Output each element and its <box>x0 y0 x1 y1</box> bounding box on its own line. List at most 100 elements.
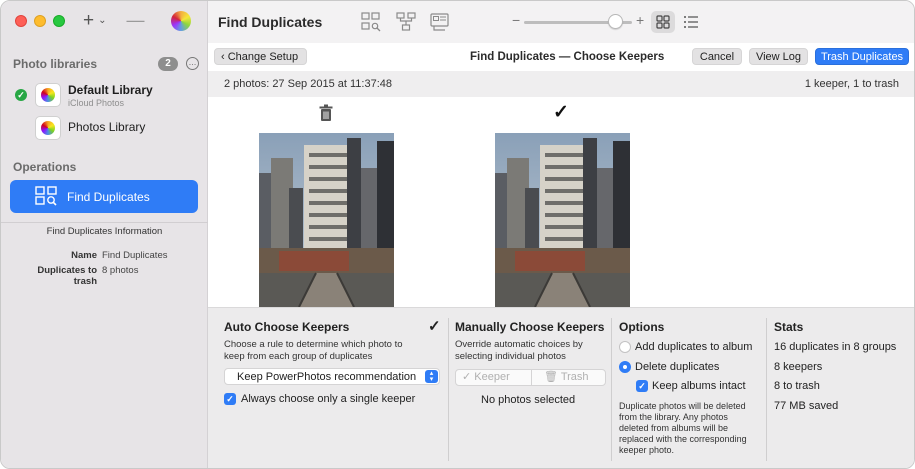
trash-segment[interactable]: 🗑 Trash <box>544 370 589 385</box>
photos-app-icon[interactable] <box>170 10 191 31</box>
auto-choose-description-line2: keep from each group of duplicates <box>224 351 373 362</box>
sidebar-item-photos-library[interactable]: Photos Library <box>13 114 203 144</box>
slider-knob[interactable] <box>608 14 624 29</box>
stat-space-saved: 77 MB saved <box>774 400 839 412</box>
info-panel-title: Find Duplicates Information <box>46 226 163 237</box>
options-title: Options <box>619 320 665 334</box>
auto-choose-description-line1: Choose a rule to determine which photo t… <box>224 339 403 350</box>
auto-choose-title: Auto Choose Keepers <box>224 320 350 334</box>
view-log-button[interactable]: View Log <box>749 48 808 65</box>
photos-library-icon <box>35 116 61 140</box>
stats-title: Stats <box>774 320 804 334</box>
photo-libraries-heading: Photo libraries <box>13 57 98 71</box>
single-keeper-label: Always choose only a single keeper <box>241 393 416 405</box>
operations-heading: Operations <box>13 160 77 174</box>
list-icon <box>684 16 698 28</box>
browse-library-icon[interactable] <box>430 12 450 32</box>
sidebar-toolbar: + ⌄ — <box>83 10 191 31</box>
keeper-segment[interactable]: ✓ Keeper <box>462 370 510 385</box>
auto-choose-description: Choose a rule to determine which photo t… <box>224 339 403 363</box>
cancel-button[interactable]: Cancel <box>692 48 742 65</box>
stats-section: Stats 16 duplicates in 8 groups 8 keeper… <box>766 308 914 468</box>
photos-library-icon <box>35 83 61 107</box>
add-to-album-radio[interactable] <box>619 341 631 353</box>
checkmark-icon: ✓ <box>15 89 27 101</box>
photo-thumbnail-keeper[interactable] <box>495 133 630 307</box>
merge-libraries-icon[interactable] <box>396 12 416 32</box>
manual-choose-description: Override automatic choices by selecting … <box>455 339 583 363</box>
keeper-rule-value: Keep PowerPhotos recommendation <box>237 371 417 383</box>
keeper-trash-segmented-control: ✓ Keeper 🗑 Trash <box>455 369 606 386</box>
info-name-key: Name <box>71 250 97 261</box>
window-controls <box>15 15 65 27</box>
info-duplicates-key-line2: trash <box>73 276 97 287</box>
auto-choose-checkmark-icon: ✓ <box>428 318 441 335</box>
keeper-summary: 1 keeper, 1 to trash <box>804 78 899 90</box>
app-window: + ⌄ — Photo libraries 2 … ✓ Default Libr… <box>0 0 915 469</box>
zoom-in-icon[interactable]: + <box>636 12 644 28</box>
delete-duplicates-label: Delete duplicates <box>635 361 720 373</box>
manual-choose-title: Manually Choose Keepers <box>455 320 605 334</box>
library-name: Photos Library <box>68 120 146 134</box>
single-keeper-checkbox[interactable]: ✓ <box>224 393 236 405</box>
manual-choose-section: Manually Choose Keepers Override automat… <box>449 308 611 468</box>
grid-view-button[interactable] <box>651 11 675 33</box>
stat-duplicates: 16 duplicates in 8 groups <box>774 341 897 353</box>
checkmark-icon: ✓ <box>462 371 472 383</box>
window-title: Find Duplicates <box>218 14 323 30</box>
zoom-out-icon[interactable]: − <box>512 12 520 28</box>
chevron-left-icon: ‹ <box>221 51 225 63</box>
sidebar-item-find-duplicates[interactable]: Find Duplicates <box>10 180 198 213</box>
stat-keepers: 8 keepers <box>774 361 823 373</box>
keeper-rule-select[interactable]: Keep PowerPhotos recommendation ▴ ▾ <box>224 368 440 385</box>
minimize-window-button[interactable] <box>34 15 46 27</box>
delete-duplicates-radio[interactable] <box>619 361 631 373</box>
trash-duplicates-button[interactable]: Trash Duplicates <box>815 48 909 65</box>
find-duplicates-icon <box>35 186 57 206</box>
keep-albums-intact-checkbox[interactable]: ✓ <box>636 380 648 392</box>
photo-thumbnail-trash[interactable] <box>259 133 394 307</box>
keep-albums-intact-label: Keep albums intact <box>652 380 746 392</box>
sidebar-item-default-library[interactable]: ✓ Default Library iCloud Photos <box>13 81 203 111</box>
library-name: Default Library <box>68 83 153 97</box>
manual-choose-description-line1: Override automatic choices by <box>455 339 583 350</box>
operation-label: Find Duplicates <box>67 190 150 204</box>
group-header: 2 photos: 27 Sep 2015 at 11:37:48 1 keep… <box>208 71 914 97</box>
more-options-icon[interactable]: … <box>186 57 199 70</box>
options-note: Duplicate photos will be deleted from th… <box>619 401 747 456</box>
zoom-slider[interactable]: − + <box>512 12 648 29</box>
info-name-value: Find Duplicates <box>102 250 168 261</box>
keeper-checkmark-icon: ✓ <box>553 102 569 123</box>
library-subtitle: iCloud Photos <box>68 98 125 108</box>
add-library-icon[interactable]: + <box>83 10 94 31</box>
segment-divider <box>531 370 532 385</box>
auto-choose-section: Auto Choose Keepers ✓ Choose a rule to d… <box>208 308 448 468</box>
add-to-album-label: Add duplicates to album <box>635 341 753 353</box>
sidebar: + ⌄ — Photo libraries 2 … ✓ Default Libr… <box>1 1 208 468</box>
close-window-button[interactable] <box>15 15 27 27</box>
keeper-segment-label: Keeper <box>474 371 510 383</box>
main-content: Find Duplicates − + ‹ Change Setup Find … <box>208 1 914 468</box>
options-section: Options Add duplicates to album Delete d… <box>612 308 766 468</box>
group-summary: 2 photos: 27 Sep 2015 at 11:37:48 <box>224 78 392 90</box>
trash-icon[interactable] <box>316 103 336 123</box>
info-duplicates-key: Duplicates to trash <box>37 265 97 287</box>
action-toolbar: ‹ Change Setup Find Duplicates — Choose … <box>208 43 914 71</box>
select-stepper-icon: ▴ ▾ <box>425 370 438 383</box>
options-note-line: deleted from albums will be <box>619 423 729 433</box>
options-note-line: Duplicate photos will be deleted <box>619 401 746 411</box>
manual-choose-description-line2: selecting individual photos <box>455 351 566 362</box>
no-selection-text: No photos selected <box>481 394 576 406</box>
chevron-down-icon[interactable]: ⌄ <box>98 15 106 26</box>
list-view-button[interactable] <box>679 11 703 33</box>
page-title: Find Duplicates — Choose Keepers <box>470 51 665 63</box>
zoom-window-button[interactable] <box>53 15 65 27</box>
find-duplicates-toolbar-icon[interactable] <box>361 12 381 32</box>
trash-icon: 🗑 <box>544 371 558 383</box>
options-note-line: keeper photo. <box>619 445 675 455</box>
library-count-badge: 2 <box>158 57 178 71</box>
change-setup-button[interactable]: ‹ Change Setup <box>214 48 307 65</box>
options-note-line: replaced with the corresponding <box>619 434 747 444</box>
remove-library-icon[interactable]: — <box>127 10 145 31</box>
info-duplicates-key-line1: Duplicates to <box>37 265 97 276</box>
